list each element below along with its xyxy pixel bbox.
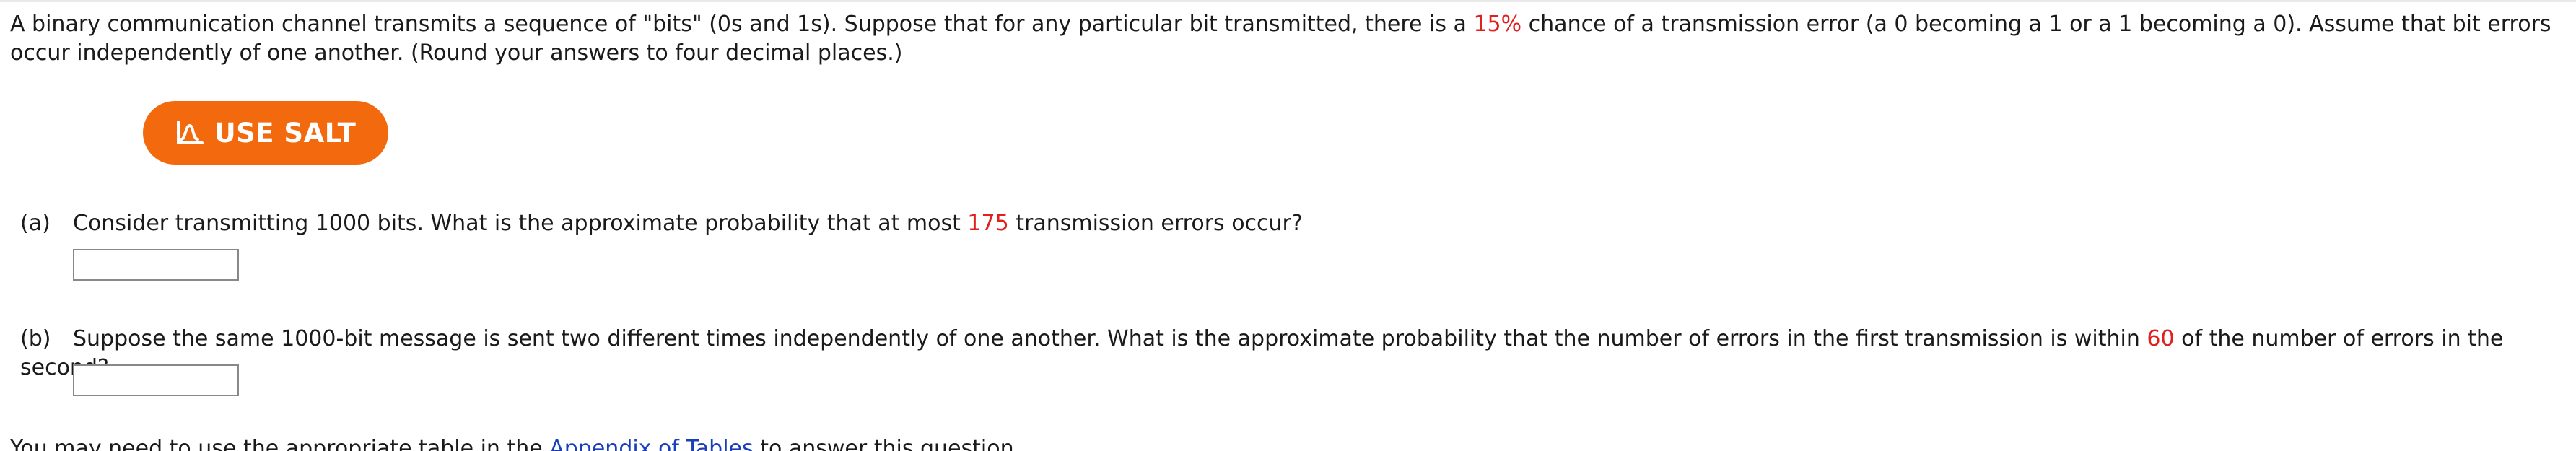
part-a-answer-input[interactable] bbox=[73, 249, 239, 281]
part-b-answer-input[interactable] bbox=[73, 364, 239, 396]
error-percent-value: 15% bbox=[1473, 12, 1522, 37]
salt-chart-icon bbox=[175, 119, 204, 146]
top-divider bbox=[0, 0, 2576, 2]
use-salt-button[interactable]: USE SALT bbox=[143, 101, 388, 165]
footnote-text-after: to answer this question. bbox=[753, 436, 1021, 451]
footnote: You may need to use the appropriate tabl… bbox=[10, 434, 1021, 451]
part-a-value: 175 bbox=[967, 211, 1009, 236]
use-salt-label: USE SALT bbox=[214, 117, 357, 149]
part-b-value: 60 bbox=[2147, 326, 2175, 351]
part-a-question: (a) Consider transmitting 1000 bits. What… bbox=[20, 209, 1303, 238]
part-a-label: (a) bbox=[20, 211, 51, 236]
part-b-text-before: Suppose the same 1000-bit message is sen… bbox=[73, 326, 2147, 351]
appendix-of-tables-link[interactable]: Appendix of Tables bbox=[549, 436, 753, 451]
part-a-text-before: Consider transmitting 1000 bits. What is… bbox=[73, 211, 968, 236]
part-b-label: (b) bbox=[20, 326, 51, 351]
part-a-text-after: transmission errors occur? bbox=[1008, 211, 1303, 236]
part-b-question: (b) Suppose the same 1000-bit message is … bbox=[20, 325, 2576, 382]
footnote-text-before: You may need to use the appropriate tabl… bbox=[10, 436, 550, 451]
problem-text-before: A binary communication channel transmits… bbox=[10, 12, 1474, 37]
problem-statement: A binary communication channel transmits… bbox=[10, 10, 2558, 68]
